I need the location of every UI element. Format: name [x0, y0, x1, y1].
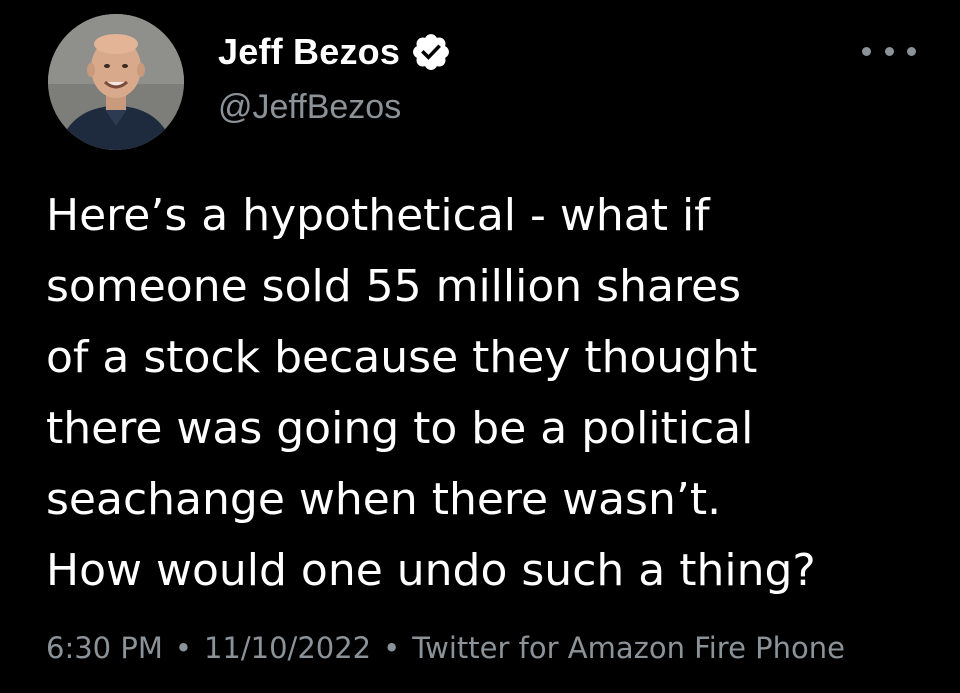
- tweet-text-line: of a stock because they thought: [46, 332, 758, 383]
- more-dot: [907, 46, 916, 56]
- more-options-icon[interactable]: [862, 38, 916, 64]
- separator-dot: •: [383, 631, 401, 665]
- author-handle[interactable]: @JeffBezos: [218, 86, 401, 128]
- avatar[interactable]: [48, 14, 184, 150]
- tweet-time[interactable]: 6:30 PM: [46, 631, 163, 665]
- tweet-metadata: 6:30 PM • 11/10/2022 • Twitter for Amazo…: [46, 628, 845, 668]
- author-name[interactable]: Jeff Bezos: [218, 30, 400, 74]
- more-dot: [884, 46, 894, 56]
- tweet-text-line: seachange when there wasn’t.: [46, 474, 722, 525]
- author-name-row[interactable]: Jeff Bezos: [218, 30, 452, 74]
- verified-badge-icon: [410, 31, 452, 73]
- tweet-text-line: How would one undo such a thing?: [46, 545, 816, 596]
- tweet-source[interactable]: Twitter for Amazon Fire Phone: [412, 631, 845, 665]
- tweet-text: Here’s a hypothetical - what if someone …: [46, 180, 946, 606]
- tweet-text-line: Here’s a hypothetical - what if: [46, 190, 710, 241]
- profile-photo-icon: [48, 14, 184, 150]
- tweet-card: Jeff Bezos @JeffBezos Here’s a hypotheti…: [0, 0, 960, 693]
- tweet-date[interactable]: 11/10/2022: [204, 631, 371, 665]
- tweet-text-line: there was going to be a political: [46, 403, 754, 454]
- more-dot: [862, 46, 871, 56]
- separator-dot: •: [174, 631, 192, 665]
- tweet-text-line: someone sold 55 million shares: [46, 261, 742, 312]
